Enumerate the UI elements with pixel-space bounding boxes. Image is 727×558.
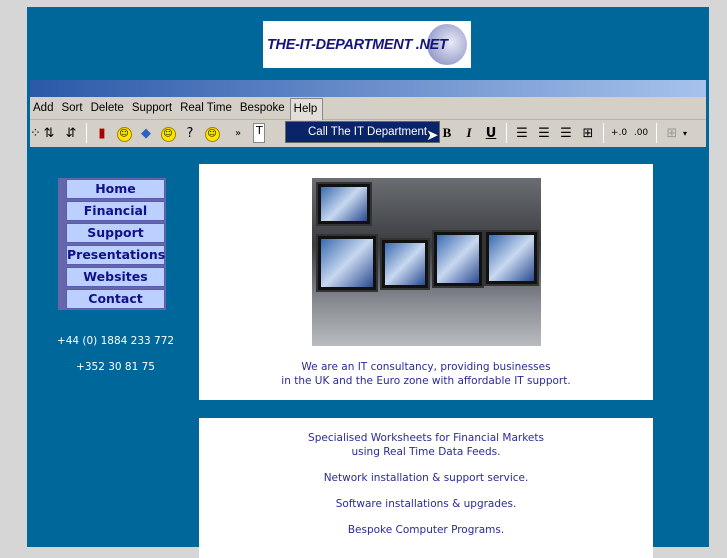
menu-add[interactable]: Add [30, 102, 58, 114]
menu-delete[interactable]: Delete [88, 102, 129, 114]
site-logo[interactable]: THE-IT-DEPARTMENT .NET [263, 21, 471, 68]
service-item: using Real Time Data Feeds. [351, 446, 501, 458]
chevron-down-icon[interactable]: ▾ [683, 129, 687, 138]
wizard-icon[interactable]: ◆ [135, 126, 157, 141]
help-icon[interactable]: ? [179, 126, 201, 141]
font-box[interactable]: T [253, 123, 265, 143]
menu-support[interactable]: Support [129, 102, 177, 114]
increase-decimal-icon[interactable]: +.0 [608, 128, 630, 138]
separator [656, 123, 657, 143]
nav-financial[interactable]: Financial [66, 201, 165, 221]
underline-button[interactable]: U [480, 126, 502, 141]
menu-real-time[interactable]: Real Time [177, 102, 237, 114]
nav-presentations[interactable]: Presentations [66, 245, 165, 265]
cursor-icon: ➤ [426, 126, 439, 144]
nav-menu: Home Financial Support Presentations Web… [58, 178, 166, 310]
sort-ascending-icon[interactable]: ⇅ [38, 126, 60, 141]
borders-icon[interactable]: ⊞ [661, 126, 683, 141]
align-right-icon[interactable]: ☰ [555, 126, 577, 141]
service-item: Network installation & support service. [323, 472, 529, 484]
phone-uk: +44 (0) 1884 233 772 [56, 335, 175, 347]
menu-bespoke[interactable]: Bespoke [237, 102, 290, 114]
title-bar [30, 80, 706, 97]
separator [603, 123, 604, 143]
italic-button[interactable]: I [458, 125, 480, 141]
partial-icon: ⁘ [30, 125, 41, 141]
sort-descending-icon[interactable]: ⇵ [60, 126, 82, 141]
nav-support[interactable]: Support [66, 223, 165, 243]
service-item: Specialised Worksheets for Financial Mar… [308, 432, 544, 444]
intro-line: We are an IT consultancy, providing busi… [301, 361, 551, 373]
nav-contact[interactable]: Contact [66, 289, 165, 309]
nav-home[interactable]: Home [66, 179, 165, 199]
office-photo [312, 178, 541, 346]
smiley-icon[interactable]: ☺ [113, 125, 135, 142]
smiley-icon[interactable]: ☺ [201, 125, 223, 142]
service-item: Software installations & upgrades. [335, 498, 517, 510]
align-left-icon[interactable]: ☰ [511, 126, 533, 141]
menu-sort[interactable]: Sort [58, 102, 87, 114]
smiley-icon[interactable]: ☺ [157, 125, 179, 142]
intro-box: We are an IT consultancy, providing busi… [199, 164, 653, 400]
logo-text: THE-IT-DEPARTMENT .NET [267, 36, 448, 53]
nav-websites[interactable]: Websites [66, 267, 165, 287]
merge-center-icon[interactable]: ⊞ [577, 126, 599, 141]
separator [506, 123, 507, 143]
phone-ie: +352 30 81 75 [76, 361, 155, 373]
service-item: Bespoke Computer Programs. [347, 524, 505, 536]
toolbar: ⁘ ⇅ ⇵ ▮ ☺ ◆ ☺ ? ☺ » T B I U ☰ ☰ ☰ ⊞ +.0 … [30, 120, 706, 146]
align-center-icon[interactable]: ☰ [533, 126, 555, 141]
main-panel: THE-IT-DEPARTMENT .NET Add Sort Delete S… [27, 7, 709, 558]
separator [86, 123, 87, 143]
menu-item-call-it-department[interactable]: Call The IT Department [285, 121, 440, 143]
intro-line: in the UK and the Euro zone with afforda… [281, 375, 571, 387]
menu-bar: Add Sort Delete Support Real Time Bespok… [30, 97, 706, 120]
chart-icon[interactable]: ▮ [91, 126, 113, 141]
decrease-decimal-icon[interactable]: .00 [630, 128, 652, 138]
excel-toolbar-banner: Add Sort Delete Support Real Time Bespok… [30, 80, 706, 147]
more-icon[interactable]: » [223, 128, 253, 139]
menu-help[interactable]: Help [289, 98, 324, 120]
services-box: Specialised Worksheets for Financial Mar… [199, 418, 653, 558]
